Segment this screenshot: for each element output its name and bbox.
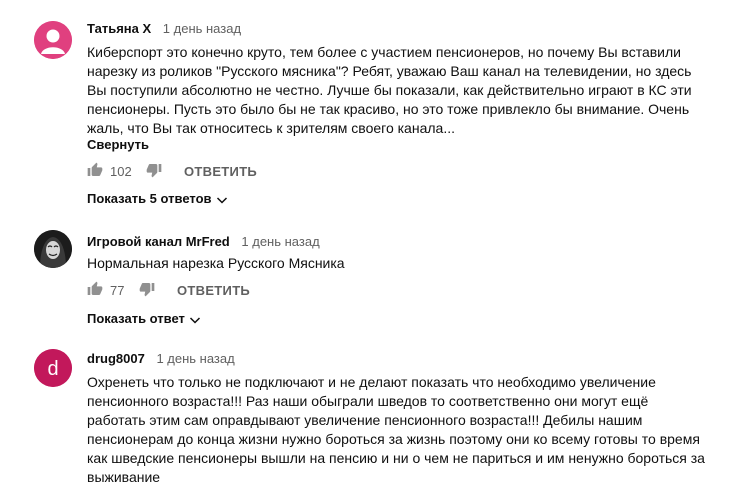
comment-text-line: Киберспорт это конечно круто, тем более … xyxy=(87,44,681,60)
comment-author[interactable]: Татьяна Х xyxy=(87,21,151,36)
hooded-figure-icon xyxy=(34,230,72,268)
show-replies-button[interactable]: Показать 5 ответов xyxy=(87,191,228,206)
show-replies-label: Показать ответ xyxy=(87,311,185,326)
avatar-letter: d xyxy=(47,358,58,380)
comment-text: Охренеть что только не подключают и не д… xyxy=(87,373,707,487)
thumbs-up-icon xyxy=(87,162,103,176)
comment-text-line: Нормальная нарезка Русского Мясника xyxy=(87,255,345,271)
comment-text-line: нарезку из роликов "Русского мясника"? Р… xyxy=(87,63,692,79)
thumbs-up-icon xyxy=(87,281,103,295)
comment-text-line: работать этим сам оправдывают увеличение… xyxy=(87,412,643,428)
comment-actions: 77 ОТВЕТИТЬ xyxy=(87,281,287,301)
avatar[interactable]: d xyxy=(34,349,72,387)
comment-text: Киберспорт это конечно круто, тем более … xyxy=(87,43,707,138)
comment-time[interactable]: 1 день назад xyxy=(241,234,319,249)
avatar[interactable] xyxy=(34,230,72,268)
comment-text: Нормальная нарезка Русского Мясника xyxy=(87,254,707,273)
thumbs-down-icon xyxy=(139,283,155,297)
like-count: 102 xyxy=(110,164,132,179)
comment-text-line: выживание xyxy=(87,469,161,485)
chevron-down-icon xyxy=(216,197,227,204)
comment-actions: 102 ОТВЕТИТЬ xyxy=(87,162,287,182)
comment-text-line: Охренеть что только не подключают и не д… xyxy=(87,374,656,390)
dislike-button[interactable] xyxy=(146,162,162,181)
comment-text-line: пенсионеры. Пусть это было бы не так кра… xyxy=(87,101,690,117)
reply-button[interactable]: ОТВЕТИТЬ xyxy=(177,283,250,298)
reply-button[interactable]: ОТВЕТИТЬ xyxy=(184,164,257,179)
dislike-button[interactable] xyxy=(139,281,155,300)
like-count: 77 xyxy=(110,283,125,298)
letter-avatar: d xyxy=(34,349,72,387)
comment-text-line: пенсионерам до конца жизни нужно боротьс… xyxy=(87,431,700,447)
chevron-down-icon xyxy=(189,317,200,324)
comment-text-line: пенсионного возраста!!! Раз наши обыграл… xyxy=(87,393,649,409)
like-button[interactable] xyxy=(87,281,103,300)
comment-author[interactable]: Игровой канал MrFred xyxy=(87,234,230,249)
like-button[interactable] xyxy=(87,162,103,181)
thumbs-down-icon xyxy=(146,164,162,178)
show-replies-label: Показать 5 ответов xyxy=(87,191,212,206)
show-replies-button[interactable]: Показать ответ xyxy=(87,311,201,326)
comment-author[interactable]: drug8007 xyxy=(87,351,145,366)
avatar[interactable] xyxy=(34,21,72,59)
comment-time[interactable]: 1 день назад xyxy=(156,351,234,366)
collapse-button[interactable]: Свернуть xyxy=(87,137,149,152)
comment-text-line: жаль, что Вы так относитесь к зрителям с… xyxy=(87,120,455,136)
comment-time[interactable]: 1 день назад xyxy=(163,21,241,36)
comment-text-line: как шведские пенсионеры вышли на пенсию … xyxy=(87,450,705,466)
user-silhouette-icon xyxy=(34,21,72,59)
comment-text-line: Вы поступили абсолютно не честно. Лучше … xyxy=(87,82,692,98)
